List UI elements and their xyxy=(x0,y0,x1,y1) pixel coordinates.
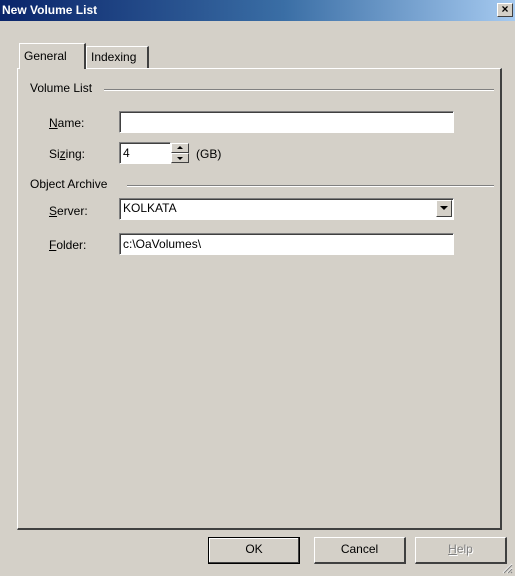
folder-input[interactable] xyxy=(119,233,454,255)
name-label-rest: ame: xyxy=(57,116,85,130)
help-button-mnemonic: H xyxy=(448,542,457,556)
tab-general[interactable]: General xyxy=(19,43,86,69)
tab-general-label: General xyxy=(24,49,67,63)
sizing-unit: (GB) xyxy=(196,147,222,161)
name-label-mnemonic: N xyxy=(49,116,58,130)
folder-label-rest: older: xyxy=(56,238,87,252)
spin-down-button[interactable] xyxy=(171,153,189,163)
spin-up-icon xyxy=(177,146,183,149)
server-select-value: KOLKATA xyxy=(119,198,454,220)
tab-panel-general xyxy=(17,68,502,530)
server-label-rest: erver: xyxy=(57,204,88,218)
object-archive-divider xyxy=(127,185,494,187)
sizing-label-pre: Si xyxy=(49,147,60,161)
tab-indexing[interactable]: Indexing xyxy=(86,46,149,68)
folder-label: Folder: xyxy=(49,238,86,252)
close-icon: × xyxy=(501,2,509,16)
server-label: Server: xyxy=(49,204,88,218)
name-input[interactable] xyxy=(119,111,454,133)
chevron-down-icon xyxy=(440,206,448,210)
window-title: New Volume List xyxy=(2,3,98,17)
tab-indexing-label: Indexing xyxy=(91,50,137,64)
volume-list-divider xyxy=(104,89,494,91)
spin-down-icon xyxy=(177,157,183,160)
name-label: Name: xyxy=(49,116,84,130)
sizing-input[interactable] xyxy=(119,142,171,164)
spin-up-button[interactable] xyxy=(171,143,189,153)
help-button[interactable]: Help xyxy=(415,537,507,564)
cancel-button[interactable]: Cancel xyxy=(314,537,406,564)
cancel-button-label: Cancel xyxy=(340,542,379,556)
volume-list-group-label: Volume List xyxy=(30,81,93,95)
sizing-spinner[interactable] xyxy=(171,143,189,163)
server-select[interactable]: KOLKATA xyxy=(119,198,454,220)
sizing-label-rest: ing: xyxy=(65,147,86,161)
server-dropdown-button[interactable] xyxy=(436,200,452,217)
new-volume-list-dialog: New Volume List × General Indexing Volum… xyxy=(0,0,515,576)
resize-grip-icon[interactable] xyxy=(501,562,513,574)
server-label-mnemonic: S xyxy=(49,204,58,218)
ok-button[interactable]: OK xyxy=(208,537,300,564)
sizing-label: Sizing: xyxy=(49,147,85,161)
title-bar[interactable]: New Volume List × xyxy=(0,0,515,21)
object-archive-group-label: Object Archive xyxy=(30,177,108,191)
close-button[interactable]: × xyxy=(497,3,513,17)
ok-button-label: OK xyxy=(245,542,263,556)
help-button-label-rest: elp xyxy=(456,542,473,556)
